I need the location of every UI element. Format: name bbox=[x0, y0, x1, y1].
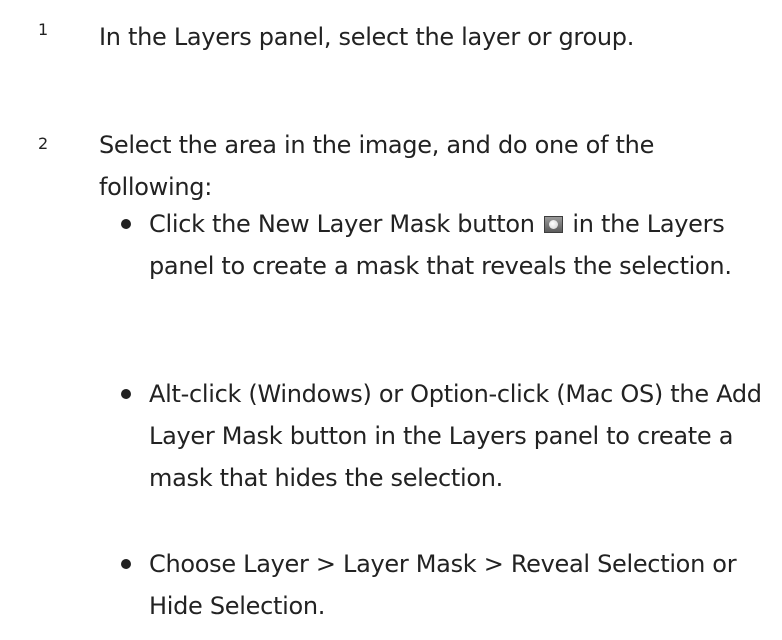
step-number: 1 bbox=[38, 20, 49, 39]
step-text: In the Layers panel, select the layer or… bbox=[99, 23, 635, 51]
bullet-icon bbox=[121, 219, 131, 229]
bullet-icon bbox=[121, 559, 131, 569]
option-text: Choose Layer > Layer Mask > Reveal Selec… bbox=[149, 550, 737, 620]
option-text: Click the New Layer Mask button in the L… bbox=[149, 203, 779, 287]
step-text: Select the area in the image, and do one… bbox=[99, 131, 655, 201]
option-text-before: Click the New Layer Mask button bbox=[149, 210, 535, 238]
bullet-icon bbox=[121, 389, 131, 399]
layer-mask-icon bbox=[544, 216, 564, 233]
step-number: 2 bbox=[38, 134, 49, 153]
option-text: Alt-click (Windows) or Option-click (Mac… bbox=[149, 380, 762, 492]
